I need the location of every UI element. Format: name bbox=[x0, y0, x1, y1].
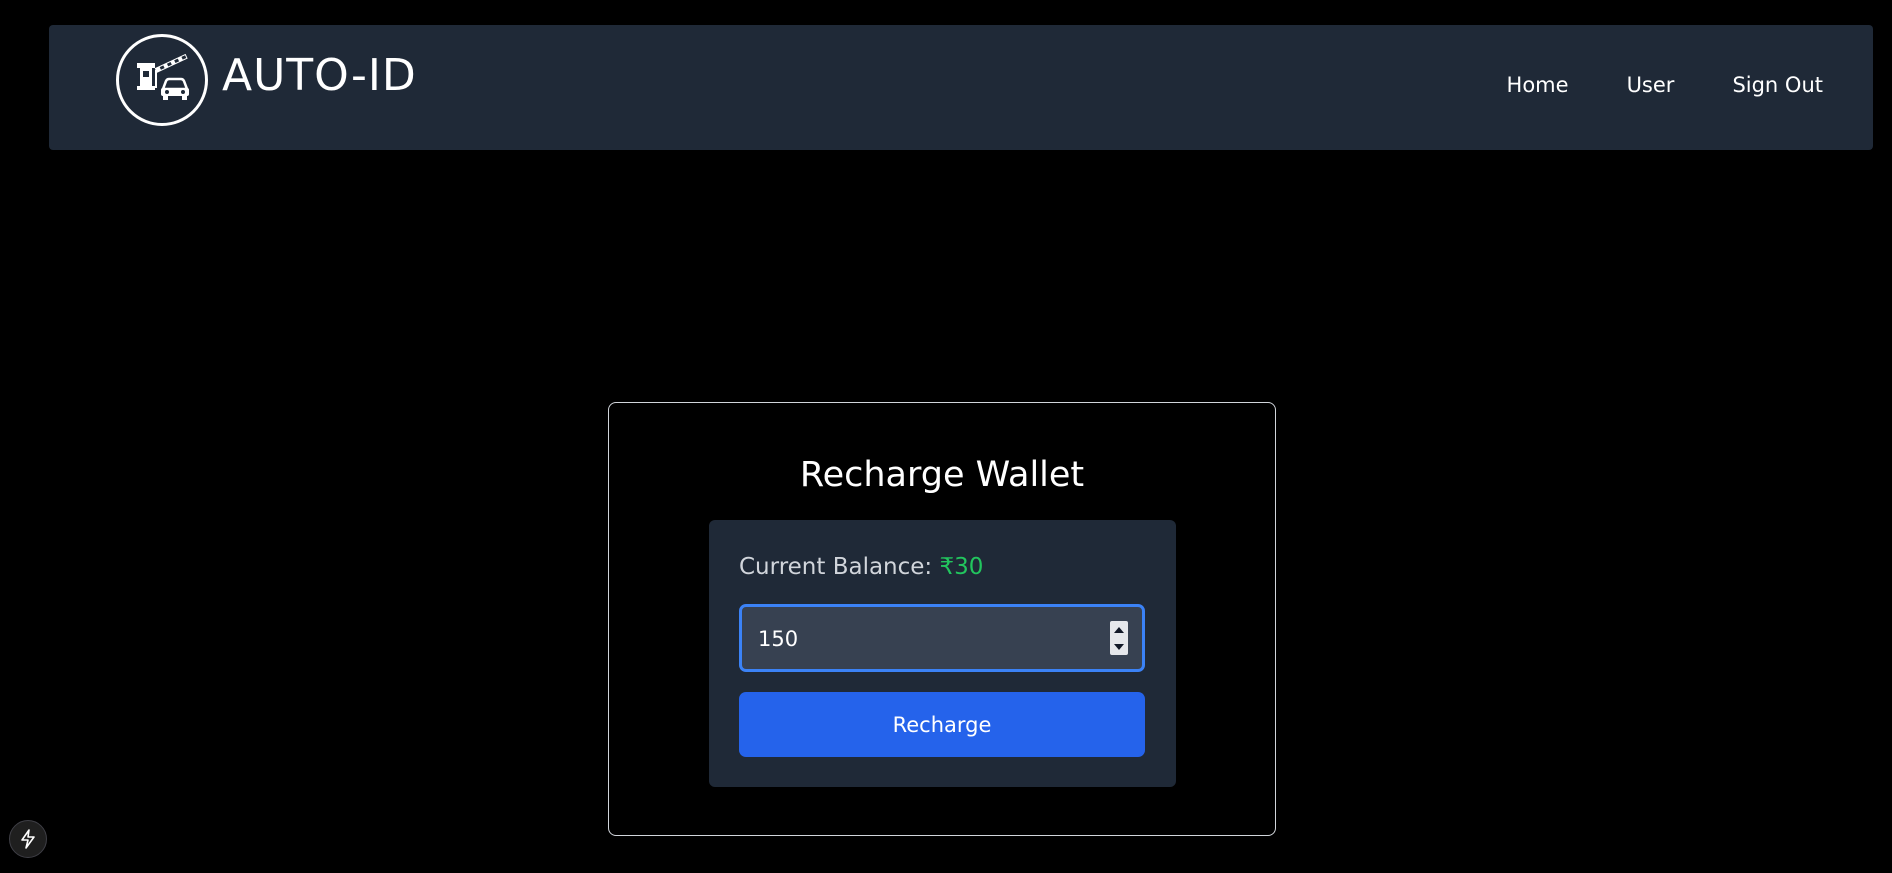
recharge-panel: Current Balance: ₹30 Recharge bbox=[709, 520, 1176, 787]
nav-home-link[interactable]: Home bbox=[1507, 73, 1569, 97]
stepper-down-icon[interactable] bbox=[1114, 643, 1124, 650]
nav-links: Home User Sign Out bbox=[1507, 73, 1823, 97]
amount-input[interactable] bbox=[756, 607, 1100, 671]
brand[interactable]: AUTO-ID bbox=[116, 34, 417, 126]
amount-input-wrapper bbox=[739, 604, 1145, 672]
amount-stepper[interactable] bbox=[1110, 621, 1128, 655]
balance-label: Current Balance: bbox=[739, 554, 933, 580]
current-balance: Current Balance: ₹30 bbox=[739, 554, 983, 580]
recharge-button[interactable]: Recharge bbox=[739, 692, 1145, 757]
recharge-wallet-card: Recharge Wallet Current Balance: ₹30 Rec… bbox=[608, 402, 1276, 836]
stepper-up-icon[interactable] bbox=[1114, 626, 1124, 633]
brand-name: AUTO-ID bbox=[222, 49, 417, 101]
nav-user-link[interactable]: User bbox=[1627, 73, 1675, 97]
balance-amount: ₹30 bbox=[939, 554, 984, 580]
toll-booth-car-icon bbox=[116, 34, 208, 126]
top-navbar: AUTO-ID Home User Sign Out bbox=[49, 25, 1873, 150]
nav-sign-out-link[interactable]: Sign Out bbox=[1732, 73, 1823, 97]
card-title: Recharge Wallet bbox=[799, 455, 1085, 495]
lightning-bolt-icon[interactable] bbox=[9, 820, 47, 858]
